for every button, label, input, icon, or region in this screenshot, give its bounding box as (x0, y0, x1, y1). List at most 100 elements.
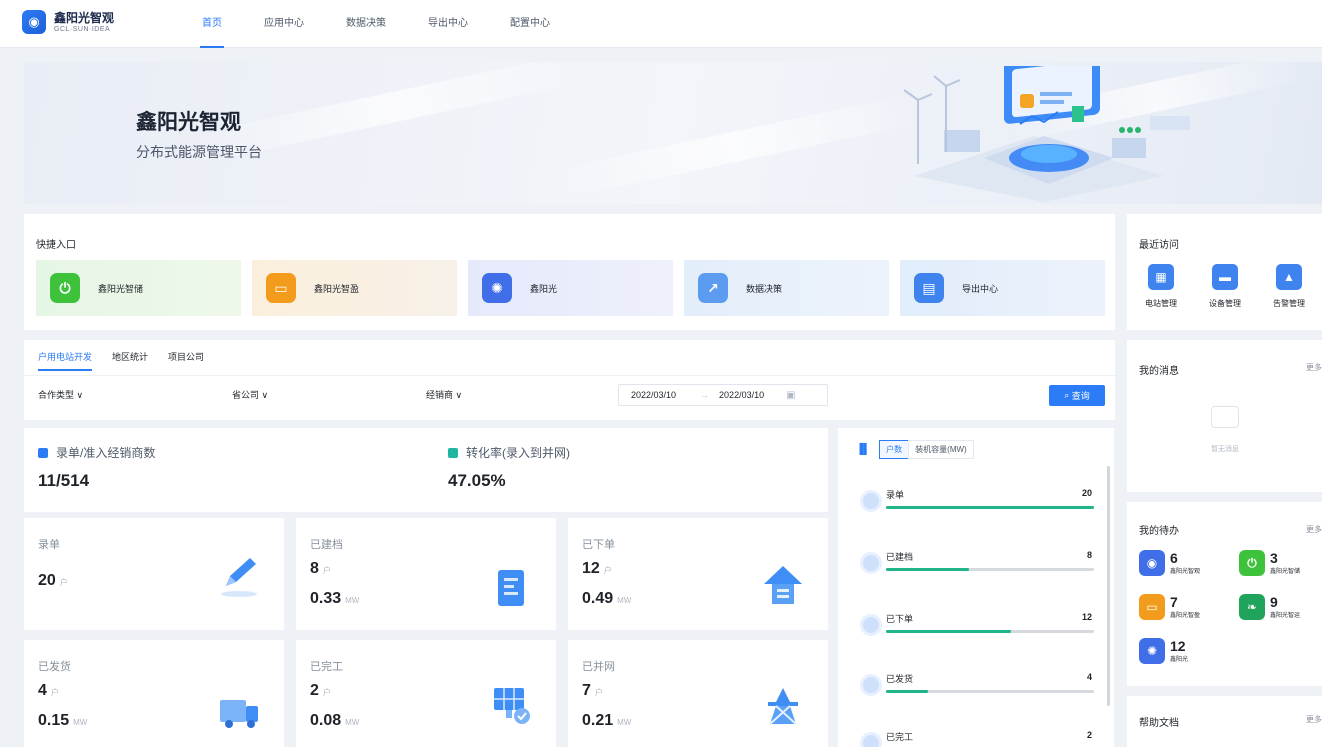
nav-item-app-center[interactable]: 应用中心 (254, 0, 314, 48)
progress-value: 4 (1086, 672, 1092, 682)
end-date[interactable]: 2022/03/10 (719, 390, 764, 400)
stat-card-shipped[interactable]: 已发货 4户 0.15 MW (24, 640, 284, 747)
stat-capacity: 0.33 MW (310, 590, 360, 607)
stat-count: 7户 (582, 682, 603, 699)
platform-illustration (903, 66, 1190, 202)
cooperation-type-dropdown[interactable]: 合作类型 ∨ (38, 388, 83, 401)
todo-item[interactable]: ✺ 12 鑫阳光 (1139, 638, 1188, 664)
summary-card: 录单/准入经销商数 11/514 转化率(录入到并网) 47.05% (24, 428, 828, 512)
stat-card-ordered[interactable]: 已下单 12 户 0.49 MW (568, 518, 828, 630)
circle-icon (860, 614, 882, 636)
brand-name-en: GCL·SUN·IDEA (54, 25, 111, 33)
date-separator: → (700, 390, 710, 400)
chevron-down-icon: ∨ (261, 390, 269, 400)
quick-tile-zhiying[interactable]: ▭ 鑫阳光智盈 (252, 260, 457, 316)
quick-tile-label: 鑫阳光智盈 (314, 283, 360, 294)
quick-tile-xinyangguang[interactable]: ✺ 鑫阳光 (468, 260, 673, 316)
quick-tile-export-center[interactable]: ▤ 导出中心 (900, 260, 1105, 316)
progress-track (886, 630, 1094, 633)
recent-item-station[interactable]: ▦ 电站管理 (1135, 264, 1187, 309)
tab-households[interactable]: 户数 (879, 440, 910, 459)
summary-conversion: 转化率(录入到并网) 47.05% (448, 444, 570, 491)
todo-item[interactable]: ⏻ 3 鑫阳光智储 (1239, 550, 1300, 576)
sun-icon: ✺ (482, 273, 512, 303)
stat-label: 已完工 (310, 661, 343, 673)
power-icon: ⏻ (50, 273, 80, 303)
brand-logo[interactable]: ◉ 鑫阳光智观 GCL·SUN·IDEA (22, 10, 114, 34)
stat-count: 8户 (310, 560, 331, 577)
quick-tile-zhichu[interactable]: ⏻ 鑫阳光智储 (36, 260, 241, 316)
document-icon (498, 570, 524, 606)
calendar-icon[interactable]: ▣ (786, 390, 795, 401)
power-icon: ⏻ (1239, 550, 1265, 576)
stat-capacity: 0.08 MW (310, 712, 360, 729)
tab-project-company[interactable]: 项目公司 (168, 350, 204, 371)
quick-tile-data-decision[interactable]: ↗ 数据决策 (684, 260, 889, 316)
todo-item[interactable]: ❧ 9 鑫阳光智运 (1239, 594, 1300, 620)
solar-panel-icon (494, 688, 530, 724)
date-range-picker[interactable]: 2022/03/10 → 2022/03/10 ▣ (618, 384, 828, 406)
hero-banner: 鑫阳光智观 分布式能源管理平台 (24, 62, 1322, 204)
messages-title: 我的消息 (1139, 366, 1179, 377)
logo-icon: ◉ (22, 10, 46, 34)
stat-card-grid-connected[interactable]: 已并网 7户 0.21 MW (568, 640, 828, 747)
recent-item-alarm[interactable]: ▲ 告警管理 (1263, 264, 1315, 309)
progress-label: 已发货 (886, 674, 914, 684)
progress-fill (886, 506, 1094, 509)
nav-item-config-center[interactable]: 配置中心 (500, 0, 560, 48)
sun-icon: ✺ (1139, 638, 1165, 664)
stat-label: 已下单 (582, 539, 615, 551)
quick-tile-label: 鑫阳光 (530, 283, 558, 294)
messages-more-link[interactable]: 更多 (1306, 362, 1322, 373)
stat-label: 已建档 (310, 539, 343, 551)
recent-item-label: 告警管理 (1273, 299, 1305, 308)
scrollbar[interactable] (1107, 466, 1110, 706)
quick-tile-label: 鑫阳光智储 (98, 283, 144, 294)
todos-card: 我的待办 更多 ◉ 6 鑫阳光智观 ⏻ 3 鑫阳光智储 ▭ 7 鑫阳光智盈 ❧ 9 鑫阳… (1127, 502, 1322, 686)
nav-item-export-center[interactable]: 导出中心 (418, 0, 478, 48)
progress-track (886, 506, 1094, 509)
tab-capacity[interactable]: 装机容量(MW) (908, 440, 974, 459)
progress-row: 已完工 2 (860, 728, 1094, 747)
square-icon (448, 447, 458, 458)
quick-access-card: 快捷入口 ⏻ 鑫阳光智储 ▭ 鑫阳光智盈 ✺ 鑫阳光 ↗ 数据决策 ▤ 导出中心 (24, 214, 1115, 330)
recent-item-label: 电站管理 (1145, 299, 1177, 308)
stats-tabs: 户用电站开发 地区统计 项目公司 (38, 350, 224, 371)
dealer-dropdown[interactable]: 经销商 ∨ (426, 388, 462, 401)
tab-region-stats[interactable]: 地区统计 (112, 350, 148, 371)
todo-item[interactable]: ▭ 7 鑫阳光智盈 (1139, 594, 1200, 620)
progress-fill (886, 568, 970, 571)
todos-more-link[interactable]: 更多 (1306, 524, 1322, 535)
nav-item-data-decision[interactable]: 数据决策 (336, 0, 396, 48)
stat-card-filed[interactable]: 已建档 8户 0.33 MW (296, 518, 556, 630)
square-icon (38, 447, 48, 458)
app-icon: ◉ (1139, 550, 1165, 576)
todo-item[interactable]: ◉ 6 鑫阳光智观 (1139, 550, 1200, 576)
todo-label: 鑫阳光智运 (1270, 613, 1301, 619)
quick-access-title: 快捷入口 (36, 240, 76, 251)
progress-value: 12 (1081, 612, 1092, 622)
start-date[interactable]: 2022/03/10 (631, 390, 676, 400)
recent-item-device[interactable]: ▬ 设备管理 (1199, 264, 1251, 309)
query-label: 查询 (1071, 391, 1090, 401)
nav-item-home[interactable]: 首页 (192, 0, 232, 48)
todo-count: 7 (1170, 594, 1178, 610)
circle-icon (860, 732, 882, 747)
search-icon: ⌕ (1064, 390, 1070, 400)
bar-chart-icon: ▐▌ (856, 444, 871, 455)
truck-icon (220, 700, 258, 728)
storage-icon: ▭ (266, 273, 296, 303)
tab-household-dev[interactable]: 户用电站开发 (38, 350, 93, 371)
help-more-link[interactable]: 更多 (1306, 714, 1322, 725)
query-button[interactable]: ⌕ 查询 (1049, 385, 1105, 406)
todo-label: 鑫阳光智观 (1170, 569, 1201, 575)
province-company-dropdown[interactable]: 省公司 ∨ (232, 388, 268, 401)
summary-dealers-label: 录单/准入经销商数 (56, 446, 156, 460)
stat-capacity: 0.49 MW (582, 590, 632, 607)
stat-card-recorded[interactable]: 录单 20 户 (24, 518, 284, 630)
stat-card-completed[interactable]: 已完工 2户 0.08 MW (296, 640, 556, 747)
recent-item-label: 设备管理 (1209, 299, 1241, 308)
banner-subtitle: 分布式能源管理平台 (136, 144, 262, 160)
progress-list-card: ▐▌ 户数 装机容量(MW) 录单 20 已建档 8 已下单 12 已发货 4 … (838, 428, 1114, 747)
progress-fill (886, 630, 1011, 633)
